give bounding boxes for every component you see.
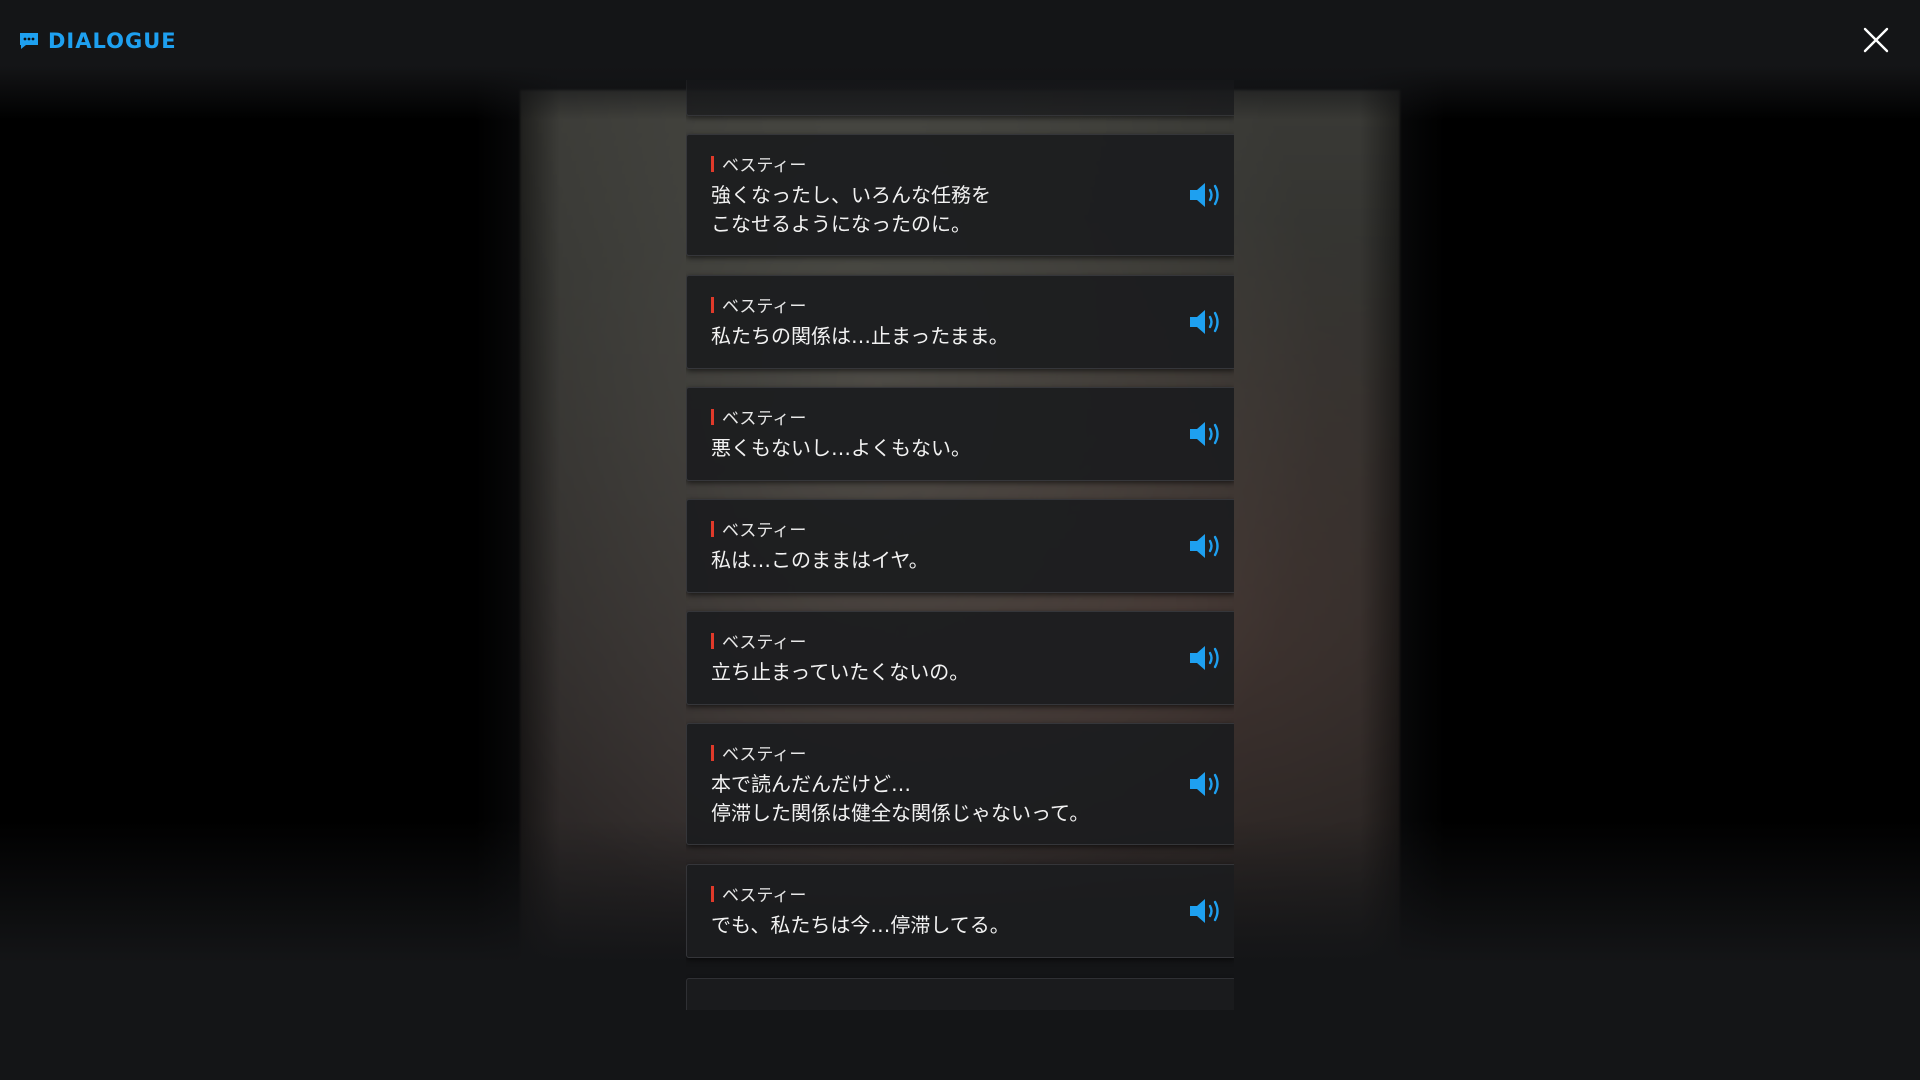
speaker-icon (1190, 534, 1219, 558)
chat-icon (20, 33, 38, 49)
dialogue-entry: ベスティー 立ち止まっていたくないの。 (686, 611, 1234, 705)
speaker-marker (711, 408, 714, 425)
dialogue-text: 私たちの関係は…止まったまま。 (711, 324, 1009, 348)
dialogue-entry: ベスティー 悪くもないし…よくもない。 (686, 387, 1234, 481)
voice-play-button[interactable] (1187, 768, 1225, 800)
speaker-icon (1190, 310, 1219, 334)
speaker-marker (711, 520, 714, 537)
voice-play-button[interactable] (1187, 642, 1225, 674)
speaker-icon (1190, 772, 1219, 796)
dialogue-log-screen: DIALOGUE ベスティー 強くなったし、いろんな任務を こなせるようになった… (0, 0, 1920, 1080)
speaker-icon (1190, 183, 1219, 207)
voice-play-button[interactable] (1187, 179, 1225, 211)
dialogue-text: 強くなったし、いろんな任務を こなせるようになったのに。 (711, 183, 991, 236)
page-title-text: DIALOGUE (48, 29, 177, 53)
dialogue-text: 悪くもないし…よくもない。 (711, 436, 971, 460)
header-bar: DIALOGUE (0, 0, 1920, 120)
speaker-marker (711, 744, 714, 761)
dialogue-entry: ベスティー 本で読んだんだけど… 停滞した関係は健全な関係じゃないって。 (686, 723, 1234, 845)
dialogue-entry: ベスティー 私は…このままはイヤ。 (686, 499, 1234, 593)
voice-play-button[interactable] (1187, 895, 1225, 927)
page-title: DIALOGUE (18, 26, 177, 56)
speaker-marker (711, 155, 714, 172)
speaker-label: ベスティー (722, 409, 807, 429)
speaker-marker (711, 296, 714, 313)
dialogue-entry: ベスティー でも、私たちは今…停滞してる。 (686, 864, 1234, 958)
speaker-label: ベスティー (722, 156, 807, 176)
voice-play-button[interactable] (1187, 306, 1225, 338)
close-button[interactable] (1860, 24, 1892, 56)
speaker-name: ベスティー (711, 628, 806, 653)
speaker-label: ベスティー (722, 521, 807, 541)
voice-play-button[interactable] (1187, 530, 1225, 562)
speaker-name: ベスティー (711, 292, 806, 317)
speaker-name: ベスティー (711, 151, 806, 176)
speaker-name: ベスティー (711, 881, 806, 906)
speaker-marker (711, 885, 714, 902)
speaker-label: ベスティー (722, 886, 807, 906)
dialogue-list[interactable]: ベスティー 強くなったし、いろんな任務を こなせるようになったのに。 ベスティー… (686, 80, 1234, 1010)
speaker-icon (1190, 646, 1219, 670)
speaker-label: ベスティー (722, 633, 807, 653)
speaker-name: ベスティー (711, 740, 806, 765)
close-icon (1863, 27, 1889, 53)
dialogue-text: 立ち止まっていたくないの。 (711, 660, 970, 684)
dialogue-text: 本で読んだんだけど… 停滞した関係は健全な関係じゃないって。 (711, 772, 1090, 825)
speaker-name: ベスティー (711, 404, 806, 429)
speaker-label: ベスティー (722, 745, 807, 765)
dialogue-entry-partial-bottom (686, 978, 1234, 1010)
voice-play-button[interactable] (1187, 418, 1225, 450)
dialogue-text: 私は…このままはイヤ。 (711, 548, 929, 572)
dialogue-text: でも、私たちは今…停滞してる。 (711, 913, 1010, 937)
speaker-label: ベスティー (722, 297, 807, 317)
speaker-icon (1190, 422, 1219, 446)
speaker-name: ベスティー (711, 516, 806, 541)
dialogue-entry: ベスティー 私たちの関係は…止まったまま。 (686, 275, 1234, 369)
speaker-icon (1190, 899, 1219, 923)
dialogue-entry: ベスティー 強くなったし、いろんな任務を こなせるようになったのに。 (686, 134, 1234, 256)
speaker-marker (711, 632, 714, 649)
